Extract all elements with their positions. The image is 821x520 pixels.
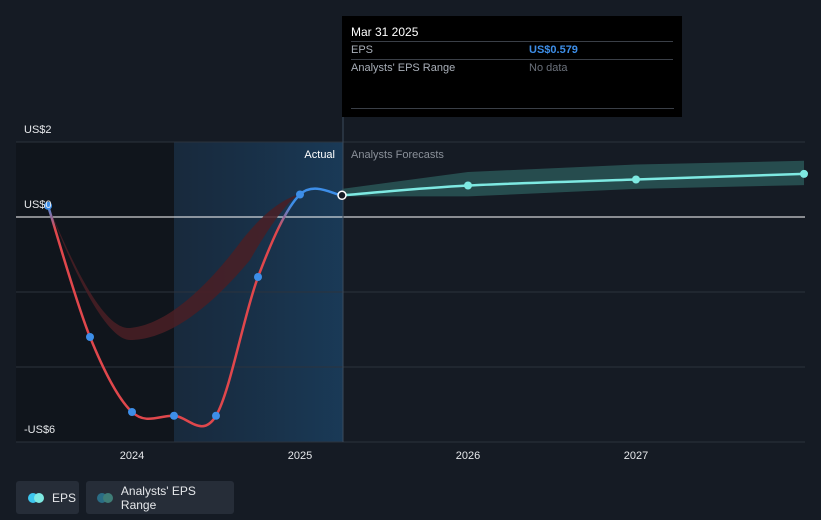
- x-tick-label: 2025: [288, 450, 312, 462]
- forecast-point[interactable]: [800, 169, 808, 178]
- tooltip-date: Mar 31 2025: [351, 25, 419, 39]
- eps-point[interactable]: [296, 190, 304, 199]
- y-tick-label: US$2: [24, 124, 52, 136]
- eps-point[interactable]: [128, 408, 136, 416]
- tooltip-range-value: No data: [529, 62, 568, 74]
- forecast-point[interactable]: [632, 175, 640, 184]
- eps-point[interactable]: [86, 333, 94, 341]
- x-tick-label: 2024: [120, 450, 144, 462]
- range-band: [342, 160, 804, 197]
- forecast-label: Analysts Forecasts: [351, 149, 444, 161]
- actual-label: Actual: [304, 149, 335, 161]
- eps-point[interactable]: [254, 273, 262, 281]
- tooltip-range-row: Analysts' EPS Range No data: [351, 59, 673, 77]
- legend-eps-label: EPS: [52, 490, 77, 505]
- tooltip-eps-value: US$0.579: [529, 44, 578, 56]
- legend-eps[interactable]: EPS: [16, 481, 79, 514]
- eps-point-current[interactable]: [337, 190, 347, 201]
- tooltip-divider: [351, 108, 674, 109]
- y-tick-label: -US$6: [24, 424, 55, 436]
- tooltip-range-label: Analysts' EPS Range: [351, 62, 456, 74]
- eps-point[interactable]: [170, 411, 178, 420]
- range-legend-icon: [97, 492, 113, 503]
- forecast-point[interactable]: [464, 181, 472, 190]
- y-tick-label: US$0: [24, 199, 52, 211]
- legend-range-label: Analysts' EPS Range: [120, 483, 196, 512]
- x-tick-label: 2026: [456, 450, 480, 462]
- eps-point[interactable]: [212, 411, 220, 420]
- legend-range[interactable]: Analysts' EPS Range: [86, 481, 234, 514]
- x-tick-label: 2027: [624, 450, 648, 462]
- eps-legend-icon: [28, 492, 44, 503]
- tooltip: Mar 31 2025 EPS US$0.579 Analysts' EPS R…: [342, 16, 682, 117]
- tooltip-eps-row: EPS US$0.579: [351, 41, 673, 59]
- tooltip-eps-label: EPS: [351, 44, 374, 56]
